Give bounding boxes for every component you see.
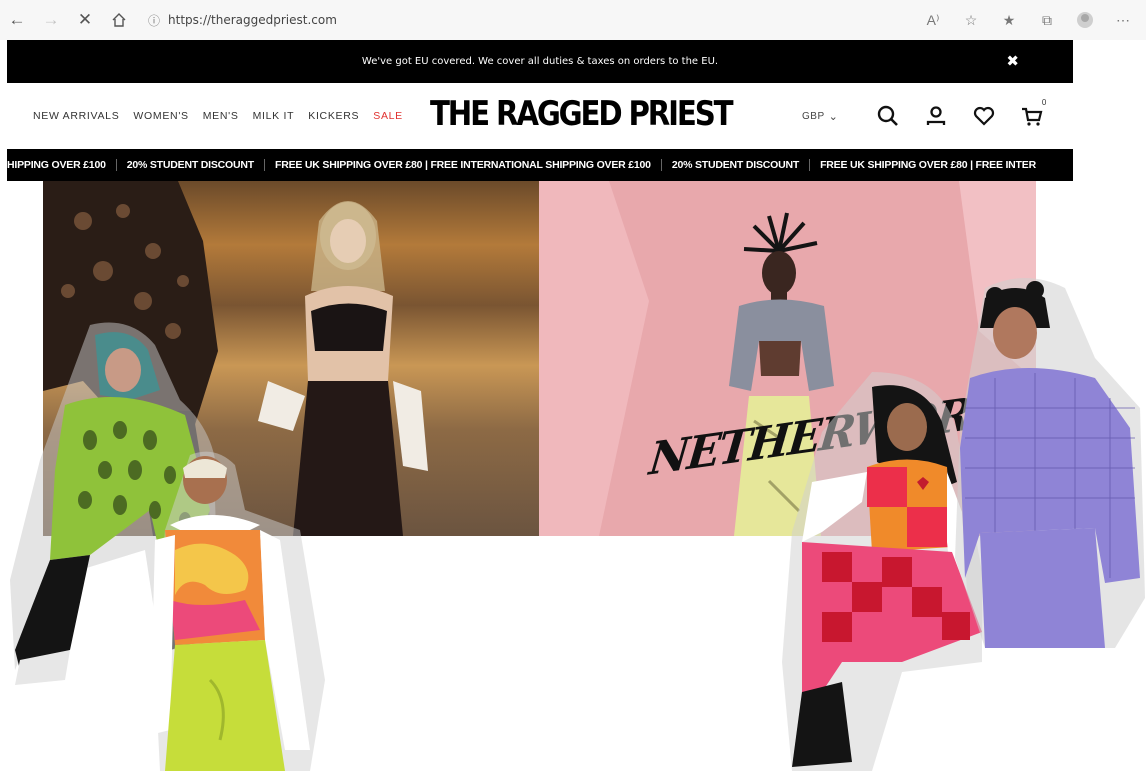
profile-icon[interactable]: [1066, 3, 1104, 37]
site-logo[interactable]: THE RAGGED PRIEST: [430, 94, 734, 134]
site: We've got EU covered. We cover all dutie…: [7, 40, 1073, 181]
nav-item-new-arrivals[interactable]: NEW ARRIVALS: [33, 110, 119, 122]
nav-item-mens[interactable]: MEN'S: [203, 110, 239, 122]
back-arrow-icon[interactable]: ←: [0, 3, 34, 37]
more-icon[interactable]: ⋯: [1104, 3, 1142, 37]
announcement-text: We've got EU covered. We cover all dutie…: [361, 56, 719, 67]
promo-ticker: HIPPING OVER £100 20% STUDENT DISCOUNT F…: [7, 149, 1073, 181]
ticker-item: 20% STUDENT DISCOUNT: [126, 159, 254, 171]
url-text: https://theraggedpriest.com: [168, 13, 337, 27]
nav-item-womens[interactable]: WOMEN'S: [133, 110, 188, 122]
nav-item-milk-it[interactable]: MILK IT: [253, 110, 295, 122]
add-favorite-icon[interactable]: ☆: [952, 3, 990, 37]
cart-icon[interactable]: 0: [1008, 96, 1056, 136]
header-actions: GBP ⌄ 0: [802, 83, 1056, 149]
collage-model-lilac-knit-image: [955, 278, 1145, 648]
currency-selector[interactable]: GBP ⌄: [802, 110, 838, 123]
search-icon[interactable]: [864, 96, 912, 136]
collage-model-orange-vest-image: [150, 451, 325, 771]
cart-count-badge: 0: [1041, 98, 1047, 107]
browser-toolbar: ← → ✕ ⓘ https://theraggedpriest.com A⁾ ☆…: [0, 0, 1146, 40]
ticker-item: 20% STUDENT DISCOUNT: [671, 159, 800, 171]
ticker-item: HIPPING OVER £100: [7, 159, 106, 171]
read-aloud-icon[interactable]: A⁾: [914, 3, 952, 37]
currency-label: GBP: [802, 110, 825, 122]
account-icon[interactable]: [912, 96, 960, 136]
collections-icon[interactable]: ⧉: [1028, 3, 1066, 37]
browser-tools: A⁾ ☆ ★ ⧉ ⋯: [914, 0, 1142, 40]
site-header: NEW ARRIVALS WOMEN'S MEN'S MILK IT KICKE…: [7, 83, 1073, 149]
main-nav: NEW ARRIVALS WOMEN'S MEN'S MILK IT KICKE…: [33, 110, 417, 122]
chevron-down-icon: ⌄: [828, 110, 839, 123]
announcement-close-icon[interactable]: ✖: [1006, 52, 1019, 70]
close-icon[interactable]: ✕: [68, 3, 102, 37]
ticker-item: FREE UK SHIPPING OVER £80 | FREE INTERNA…: [275, 159, 651, 171]
nav-item-kickers[interactable]: KICKERS: [308, 110, 359, 122]
forward-arrow-icon[interactable]: →: [34, 3, 68, 37]
home-icon[interactable]: [102, 3, 136, 37]
collage-model-orange-vest: [150, 450, 330, 776]
info-icon[interactable]: ⓘ: [148, 12, 160, 29]
address-bar[interactable]: ⓘ https://theraggedpriest.com: [148, 12, 337, 29]
favorites-icon[interactable]: ★: [990, 3, 1028, 37]
announcement-bar: We've got EU covered. We cover all dutie…: [7, 40, 1073, 83]
nav-item-sale[interactable]: SALE: [373, 110, 403, 122]
collage-model-lilac-knit: [955, 278, 1146, 653]
avatar: [1077, 12, 1093, 28]
wishlist-heart-icon[interactable]: [960, 96, 1008, 136]
ticker-item: FREE UK SHIPPING OVER £80 | FREE INTER: [820, 159, 1036, 171]
